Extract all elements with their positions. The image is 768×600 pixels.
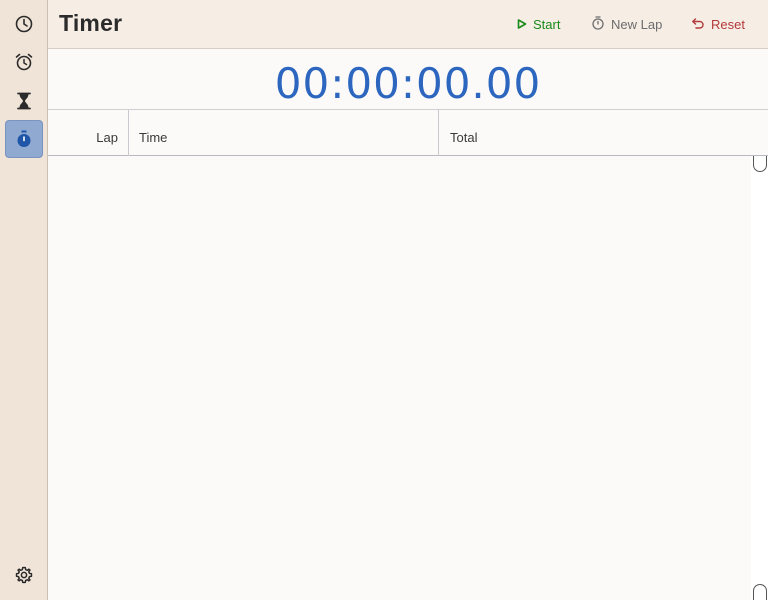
gear-icon: [14, 565, 34, 585]
laps-table-header: Lap Time Total: [48, 109, 768, 156]
column-header-lap[interactable]: Lap: [48, 110, 129, 156]
stopwatch-icon: [591, 15, 605, 33]
clock-icon: [14, 14, 34, 34]
settings-button[interactable]: [5, 556, 43, 594]
play-icon: [517, 17, 527, 32]
start-label: Start: [533, 16, 561, 32]
scrollbar-thumb-top[interactable]: [753, 156, 767, 172]
scrollbar-thumb-bottom[interactable]: [753, 584, 767, 600]
elapsed-time-display: 00:00:00.00: [274, 58, 542, 108]
new-lap-button[interactable]: New Lap: [591, 14, 662, 34]
alarm-icon: [14, 52, 34, 72]
undo-icon: [691, 16, 705, 33]
hourglass-icon: [14, 91, 34, 111]
column-header-time[interactable]: Time: [129, 110, 439, 156]
laps-table-body: [48, 156, 751, 600]
sidebar: [0, 0, 48, 600]
header: Timer Start New Lap Reset: [48, 0, 768, 49]
new-lap-label: New Lap: [611, 16, 663, 32]
stopwatch-panel: 00:00:00.00 Lap Time Total: [48, 49, 768, 600]
sidebar-item-alarm[interactable]: [5, 43, 43, 81]
stopwatch-icon: [14, 129, 34, 149]
start-button[interactable]: Start: [517, 14, 560, 34]
reset-label: Reset: [711, 16, 745, 32]
sidebar-item-timer[interactable]: [5, 82, 43, 120]
page-title: Timer: [59, 10, 123, 36]
sidebar-item-stopwatch[interactable]: [5, 120, 43, 158]
column-header-total[interactable]: Total: [439, 110, 768, 156]
sidebar-item-clock[interactable]: [5, 5, 43, 43]
reset-button[interactable]: Reset: [691, 14, 745, 34]
vertical-scrollbar[interactable]: [751, 156, 768, 600]
